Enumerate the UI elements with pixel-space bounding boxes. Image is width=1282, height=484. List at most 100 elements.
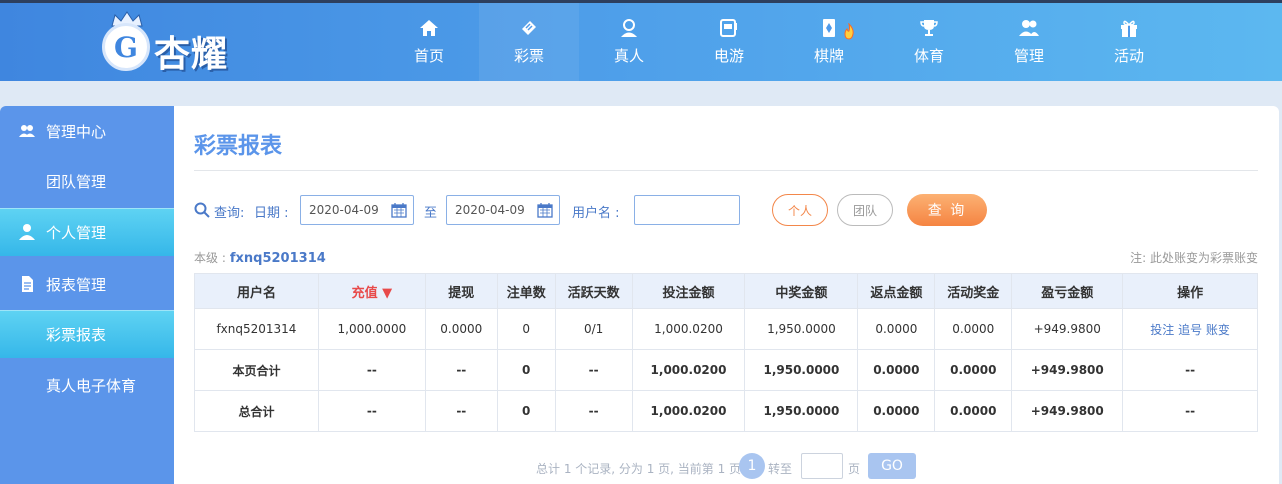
sidebar-item-report-management[interactable]: 报表管理 <box>0 260 174 308</box>
users-icon <box>1019 20 1039 36</box>
cell-win: 1,950.0000 <box>744 308 859 350</box>
grand-total-row: 总合计 -- -- 0 -- 1,000.0200 1,950.0000 0.0… <box>194 390 1258 432</box>
sidebar-item-lottery-report[interactable]: 彩票报表 <box>0 310 174 358</box>
cell-rebate: 0.0000 <box>857 308 936 350</box>
cell-profit: +949.9800 <box>1011 390 1124 432</box>
cell-bonus: 0.0000 <box>934 349 1013 391</box>
account-change-link[interactable]: 账变 <box>1206 323 1230 337</box>
col-win-amount: 中奖金额 <box>744 273 859 309</box>
col-actions: 操作 <box>1122 273 1258 309</box>
cell-win: 1,950.0000 <box>744 349 859 391</box>
cell-actions: -- <box>1122 349 1258 391</box>
bet-link[interactable]: 投注 <box>1150 323 1174 337</box>
cell-label: 本页合计 <box>194 349 319 391</box>
nav-label: 棋牌 <box>813 47 844 65</box>
date-from-input[interactable]: 2020-04-09 <box>300 195 414 225</box>
col-activity-bonus: 活动奖金 <box>934 273 1013 309</box>
brand-badge: G <box>102 23 150 71</box>
cell-label: 总合计 <box>194 390 319 432</box>
nav-home[interactable]: 首页 <box>379 3 479 81</box>
date-to-value: 2020-04-09 <box>455 203 525 217</box>
sidebar: 管理中心 团队管理 个人管理 报表管理 彩票报表 真人电子体育 <box>0 106 174 484</box>
nav-label: 活动 <box>1113 47 1144 65</box>
filter-bar: 查询: 日期 : 2020-04-09 至 2020-04-09 用户名 : 个… <box>194 194 1264 226</box>
page-label: 页 <box>848 462 861 476</box>
ticket-icon <box>522 21 536 35</box>
cell-bet: 1,000.0200 <box>631 308 746 350</box>
cell-active-days: 0/1 <box>554 308 633 350</box>
nav-label: 真人 <box>613 47 644 65</box>
go-button[interactable]: GO <box>868 453 916 479</box>
user-icon <box>19 224 35 240</box>
date-to-input[interactable]: 2020-04-09 <box>446 195 560 225</box>
personal-button[interactable]: 个人 <box>772 194 828 226</box>
sidebar-item-team-management[interactable]: 团队管理 <box>0 157 174 205</box>
level-user-link[interactable]: fxnq5201314 <box>230 251 326 266</box>
col-orders: 注单数 <box>496 273 556 309</box>
gift-icon <box>1121 20 1137 37</box>
sort-down-icon: ▼ <box>382 285 393 301</box>
nav-label: 体育 <box>913 47 944 65</box>
col-recharge[interactable]: 充值 ▼ <box>317 273 426 309</box>
dealer-icon <box>621 19 637 37</box>
cell-bonus: 0.0000 <box>934 308 1013 350</box>
sidebar-item-label: 彩票报表 <box>46 325 107 344</box>
brand-logo[interactable]: G 杏耀 <box>98 11 248 75</box>
table-row: fxnq5201314 1,000.0000 0.0000 0 0/1 1,00… <box>194 308 1258 350</box>
nav-label: 首页 <box>413 47 444 65</box>
cell-actions: 投注 追号 账变 <box>1122 308 1258 350</box>
nav-chess[interactable]: 棋牌 <box>779 3 879 81</box>
sidebar-item-management-center[interactable]: 管理中心 <box>0 107 174 155</box>
page-title: 彩票报表 <box>194 134 283 159</box>
current-level: 本级 : fxnq5201314 <box>194 249 326 266</box>
col-recharge-label: 充值 <box>351 285 378 301</box>
slot-machine-icon <box>720 19 737 37</box>
calendar-icon[interactable] <box>391 202 407 218</box>
home-icon <box>420 20 438 36</box>
chase-link[interactable]: 追号 <box>1178 323 1202 337</box>
col-active-days: 活跃天数 <box>554 273 633 309</box>
cell-bonus: 0.0000 <box>934 390 1013 432</box>
team-icon <box>19 125 35 137</box>
goto-label: 转至 <box>768 462 793 476</box>
date-from-value: 2020-04-09 <box>309 203 379 217</box>
sidebar-item-label: 管理中心 <box>46 122 107 141</box>
level-label: 本级 : <box>194 251 226 265</box>
sidebar-item-label: 报表管理 <box>46 275 107 294</box>
sidebar-item-live-electronic-sports[interactable]: 真人电子体育 <box>0 361 174 409</box>
cell-bet: 1,000.0200 <box>631 349 746 391</box>
title-divider <box>194 170 1258 171</box>
cell-profit: +949.9800 <box>1011 308 1124 350</box>
cards-icon <box>823 19 835 37</box>
nav-label: 电游 <box>713 47 744 65</box>
nav-live[interactable]: 真人 <box>579 3 679 81</box>
cell-active-days: -- <box>554 349 633 391</box>
nav-manage[interactable]: 管理 <box>979 3 1079 81</box>
goto-page-input[interactable] <box>801 453 843 479</box>
cell-recharge: -- <box>317 390 426 432</box>
pagination-info: 总计 1 个记录, 分为 1 页, 当前第 1 页 <box>536 462 742 476</box>
cell-bet: 1,000.0200 <box>631 390 746 432</box>
sidebar-item-label: 团队管理 <box>46 172 107 191</box>
pagination: 总计 1 个记录, 分为 1 页, 当前第 1 页 1 转至 页 GO <box>174 453 1279 481</box>
report-note: 注: 此处账变为彩票账变 <box>1130 251 1258 265</box>
nav-sports[interactable]: 体育 <box>879 3 979 81</box>
nav-slots[interactable]: 电游 <box>679 3 779 81</box>
cell-actions: -- <box>1122 390 1258 432</box>
sidebar-item-personal-management[interactable]: 个人管理 <box>0 208 174 256</box>
username-input[interactable] <box>634 195 740 225</box>
current-page-button[interactable]: 1 <box>739 453 765 479</box>
search-button[interactable]: 查 询 <box>907 194 987 226</box>
sidebar-item-label: 个人管理 <box>46 223 107 242</box>
cell-profit: +949.9800 <box>1011 349 1124 391</box>
table-header-row: 用户名 充值 ▼ 提现 注单数 活跃天数 投注金额 中奖金额 返点金额 活动奖金… <box>194 273 1258 309</box>
report-icon <box>22 276 33 292</box>
team-button[interactable]: 团队 <box>837 194 893 226</box>
calendar-icon[interactable] <box>537 202 553 218</box>
top-header: G 杏耀 首页 彩票 真人 电游 棋牌 体育 管理 活动 <box>0 0 1282 81</box>
cell-orders: 0 <box>496 349 556 391</box>
cell-rebate: 0.0000 <box>857 390 936 432</box>
nav-activity[interactable]: 活动 <box>1079 3 1179 81</box>
cell-withdraw: -- <box>424 390 498 432</box>
nav-lottery[interactable]: 彩票 <box>479 3 579 81</box>
